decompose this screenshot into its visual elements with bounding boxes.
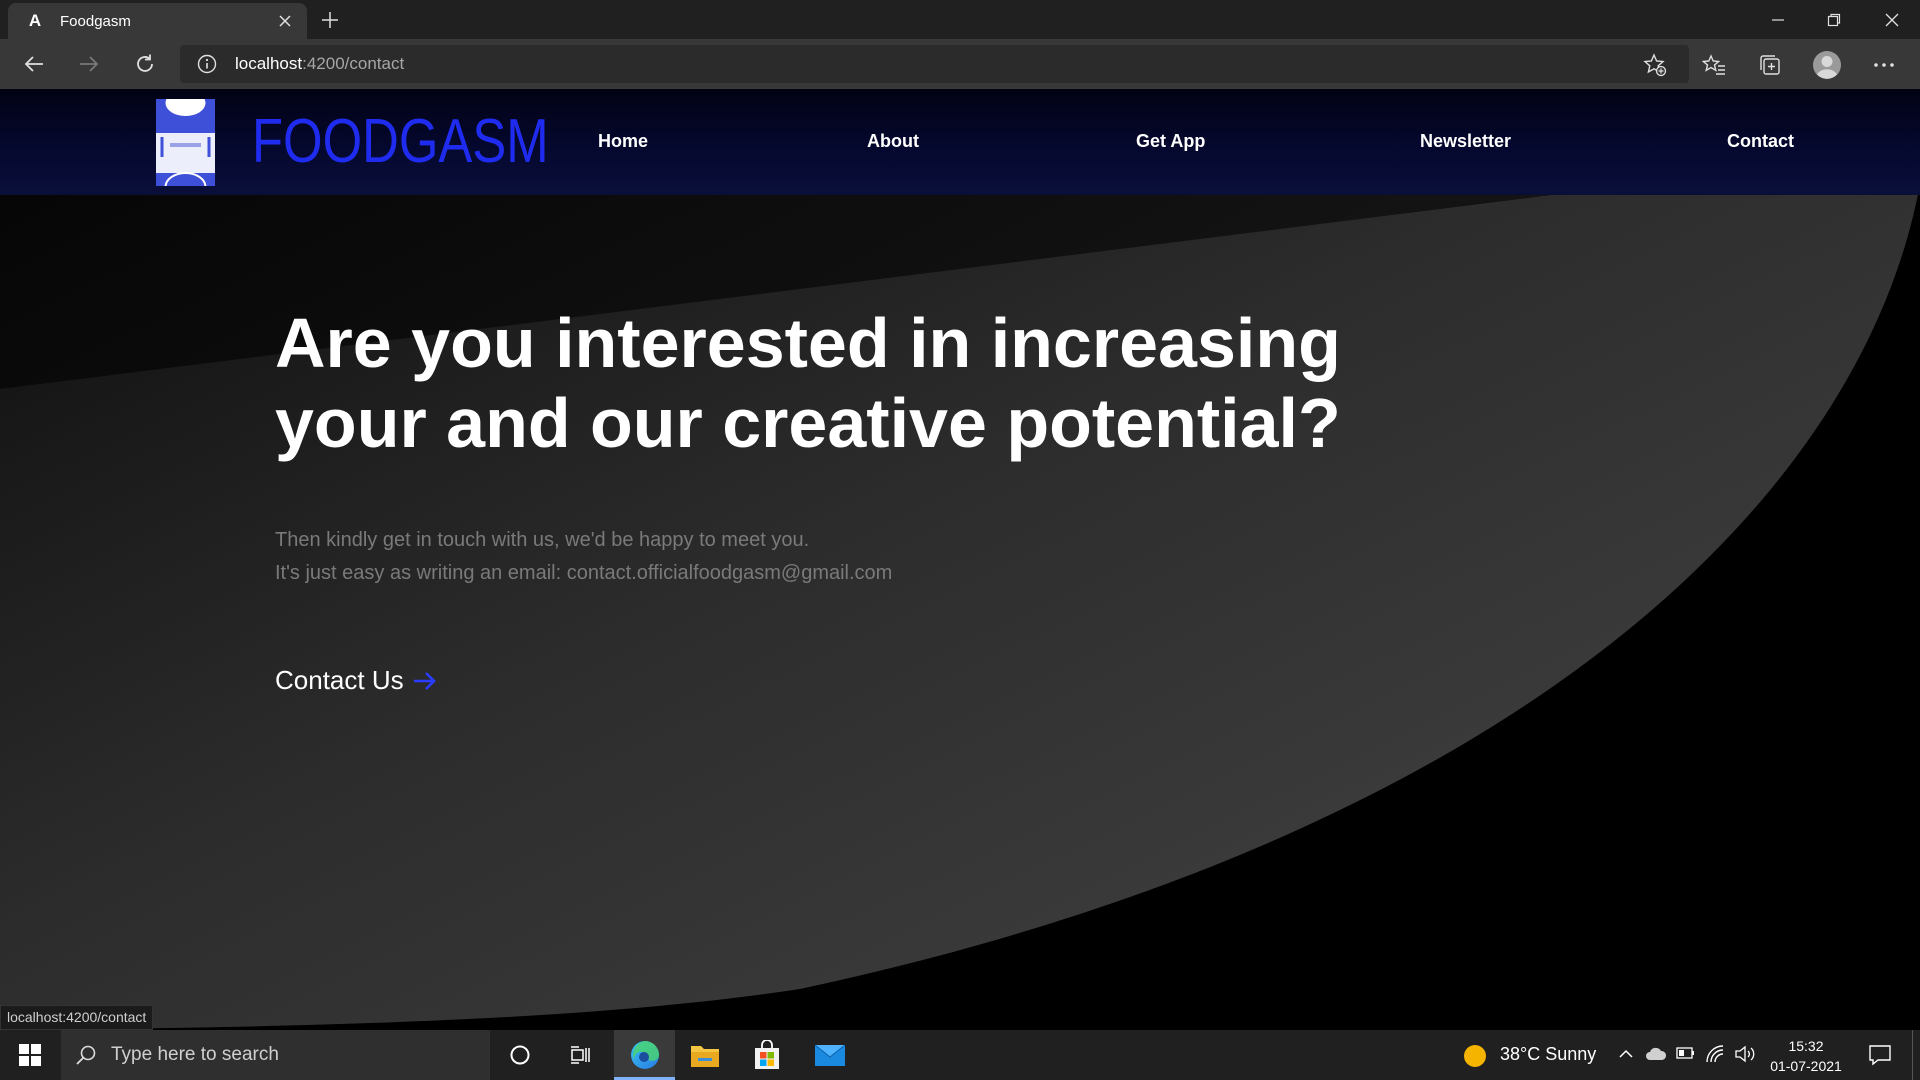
browser-toolbar: localhost:4200/contact xyxy=(0,39,1920,89)
edge-browser-icon[interactable] xyxy=(614,1030,675,1080)
taskbar-clock[interactable]: 15:32 01-07-2021 xyxy=(1760,1036,1852,1076)
restore-window-icon[interactable] xyxy=(1806,0,1862,39)
back-arrow-icon[interactable] xyxy=(18,48,50,80)
battery-icon[interactable] xyxy=(1676,1046,1696,1065)
show-hidden-icons-chevron-icon[interactable] xyxy=(1618,1046,1634,1067)
nav-newsletter[interactable]: Newsletter xyxy=(1420,131,1511,152)
close-tab-icon[interactable] xyxy=(271,7,299,35)
tab-title: Foodgasm xyxy=(60,12,131,30)
hero-title-line-1: Are you interested in increasing xyxy=(275,304,1341,382)
show-desktop-button[interactable] xyxy=(1912,1030,1920,1080)
add-favorite-icon[interactable] xyxy=(1638,48,1672,82)
nav-about[interactable]: About xyxy=(867,131,919,152)
brand-name[interactable]: FOODGASM xyxy=(252,109,549,175)
wifi-icon[interactable] xyxy=(1705,1044,1725,1069)
close-window-icon[interactable] xyxy=(1864,0,1920,39)
search-icon xyxy=(75,1044,97,1066)
hero-title: Are you interested in increasing your an… xyxy=(275,303,1375,463)
hero-subtitle-line-1: Then kindly get in touch with us, we'd b… xyxy=(275,529,810,551)
browser-tab[interactable]: A Foodgasm xyxy=(8,3,307,39)
profile-avatar-icon[interactable] xyxy=(1810,48,1844,82)
hero-title-line-2: your and our creative potential? xyxy=(275,384,1341,462)
task-view-icon[interactable] xyxy=(560,1030,600,1080)
cortana-icon[interactable] xyxy=(500,1030,540,1080)
favorites-icon[interactable] xyxy=(1697,48,1731,82)
windows-start-icon[interactable] xyxy=(0,1030,60,1080)
arrow-right-icon xyxy=(413,671,436,690)
taskbar-search-box[interactable]: Type here to search xyxy=(61,1030,490,1080)
volume-icon[interactable] xyxy=(1734,1044,1756,1069)
nav-get-app[interactable]: Get App xyxy=(1136,131,1205,152)
new-tab-icon[interactable] xyxy=(316,6,344,34)
action-center-notification-icon[interactable] xyxy=(1868,1043,1892,1072)
url-text: localhost:4200/contact xyxy=(235,54,404,74)
site-header: FOODGASM Home About Get App Newsletter C… xyxy=(0,89,1920,195)
url-path: :4200/contact xyxy=(302,54,405,73)
onedrive-cloud-icon[interactable] xyxy=(1645,1045,1667,1068)
mail-icon[interactable] xyxy=(805,1030,855,1080)
hero-subtitle-line-2: It's just easy as writing an email: cont… xyxy=(275,562,893,584)
search-placeholder: Type here to search xyxy=(111,1044,279,1065)
file-explorer-icon[interactable] xyxy=(680,1030,730,1080)
collections-icon[interactable] xyxy=(1753,48,1787,82)
weather-sun-icon[interactable] xyxy=(1463,1044,1487,1073)
link-status-bubble: localhost:4200/contact xyxy=(0,1005,154,1030)
hero-subtitle: Then kindly get in touch with us, we'd b… xyxy=(275,524,892,590)
page-viewport: FOODGASM Home About Get App Newsletter C… xyxy=(0,89,1920,1030)
reload-icon[interactable] xyxy=(129,48,161,80)
browser-tab-strip: A Foodgasm xyxy=(0,0,1920,39)
minimize-window-icon[interactable] xyxy=(1750,0,1806,39)
address-bar[interactable]: localhost:4200/contact xyxy=(180,45,1689,83)
url-host: localhost xyxy=(235,54,303,73)
microsoft-store-icon[interactable] xyxy=(742,1030,792,1080)
nav-home[interactable]: Home xyxy=(598,131,648,152)
clock-time: 15:32 xyxy=(1788,1038,1824,1054)
weather-text[interactable]: 38°C Sunny xyxy=(1500,1044,1596,1065)
nav-contact[interactable]: Contact xyxy=(1727,131,1794,152)
angular-favicon-icon: A xyxy=(28,11,42,30)
contact-us-button[interactable]: Contact Us xyxy=(275,665,438,696)
site-info-icon[interactable] xyxy=(197,54,217,79)
windows-taskbar: Type here to search 38°C Sunny 15:32 01-… xyxy=(0,1030,1920,1080)
contact-us-label: Contact Us xyxy=(275,665,404,695)
more-options-icon[interactable] xyxy=(1867,48,1901,82)
clock-date: 01-07-2021 xyxy=(1770,1058,1842,1074)
brand-logo-image[interactable] xyxy=(156,99,215,186)
forward-arrow-icon[interactable] xyxy=(73,48,105,80)
